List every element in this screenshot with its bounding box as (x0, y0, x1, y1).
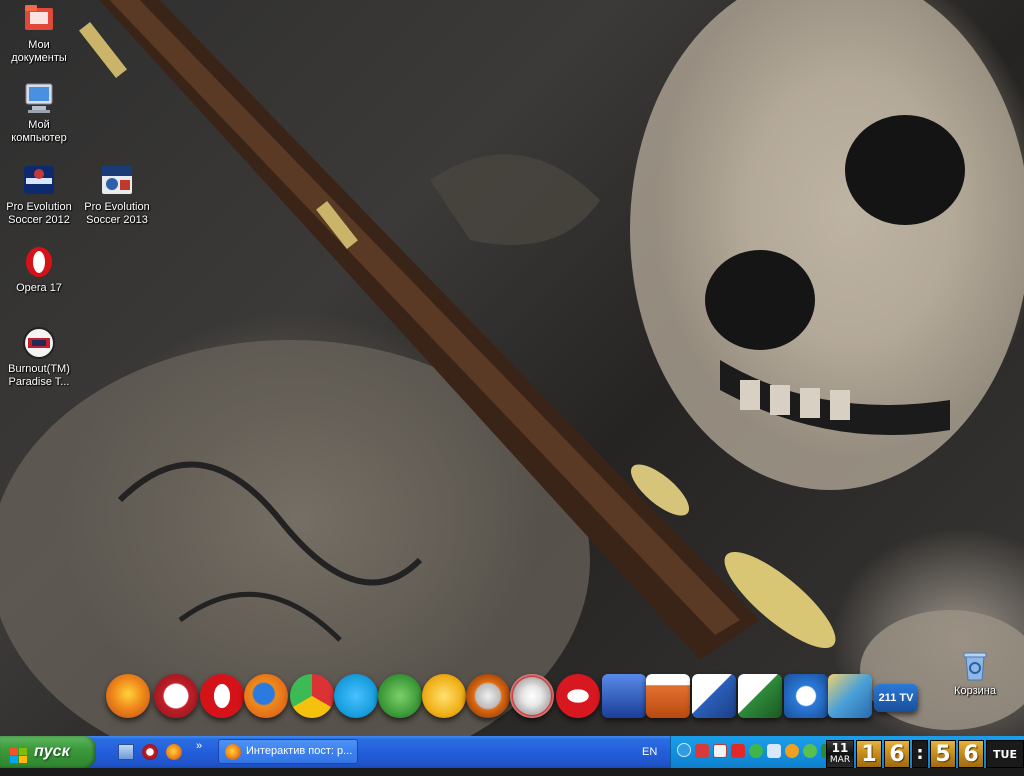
dock-word-icon[interactable] (692, 674, 736, 718)
start-label: пуск (34, 743, 70, 760)
dock-excel-icon[interactable] (738, 674, 782, 718)
desktop-icon-pes-2012[interactable]: Pro Evolution Soccer 2012 (0, 164, 78, 227)
burnout-paradise-icon (22, 326, 56, 360)
dock-opera-icon[interactable] (200, 674, 244, 718)
dock-media-player-icon[interactable] (154, 674, 198, 718)
start-button[interactable]: пуск (0, 736, 96, 768)
clock-month: MAR (829, 755, 851, 765)
dock-hp-icon[interactable] (784, 674, 828, 718)
dock-cd-burner-icon[interactable] (510, 674, 554, 718)
dock-photo-app-icon[interactable] (828, 674, 872, 718)
clock-weekday: TUE (986, 740, 1024, 768)
dock-nine-app-icon[interactable] (466, 674, 510, 718)
clock-minute-tens: 5 (930, 740, 956, 768)
pes-2012-icon (22, 164, 56, 198)
my-computer-icon (22, 82, 56, 116)
show-desktop-icon[interactable] (118, 744, 134, 760)
language-indicator[interactable]: EN (642, 736, 657, 768)
shield-icon[interactable] (731, 744, 745, 758)
desktop-wallpaper (0, 0, 1024, 736)
pes-2013-icon (100, 164, 134, 198)
dock-v-app-icon[interactable] (422, 674, 466, 718)
opera-icon (22, 245, 56, 279)
desktop-icon-label: Pro Evolution Soccer 2013 (84, 201, 150, 226)
desktop-icon-opera[interactable]: Opera 17 (0, 245, 78, 295)
dock-211tv-icon[interactable]: 211 TV (874, 684, 918, 712)
my-documents-folder-icon (22, 2, 56, 36)
network-icon[interactable] (695, 744, 709, 758)
desktop-icon-label: Pro Evolution Soccer 2012 (6, 201, 72, 226)
desktop-icon-recycle-bin[interactable]: Корзина (936, 648, 1014, 698)
dock-firefox-icon[interactable] (106, 674, 150, 718)
desktop-icon-my-documents[interactable]: Мои документы (0, 2, 78, 65)
desktop-icon-label: Корзина (954, 685, 996, 697)
dock-skype-icon[interactable] (334, 674, 378, 718)
clock-widget[interactable]: 11 MAR 1 6 : 5 6 TUE (826, 740, 1024, 768)
dock-chart-app-icon[interactable] (602, 674, 646, 718)
clock-day-number: 11 (831, 741, 849, 755)
antivirus-icon[interactable] (713, 744, 727, 758)
clock-colon: : (912, 740, 928, 768)
desktop-icon-label: Burnout(TM) Paradise T... (8, 363, 70, 388)
desktop-icon-label: Opera 17 (16, 282, 62, 294)
update-icon[interactable] (785, 744, 799, 758)
clock-date: 11 MAR (826, 740, 854, 768)
connection-icon[interactable] (749, 744, 763, 758)
dock-eye-app-icon[interactable] (556, 674, 600, 718)
chat-icon[interactable] (803, 744, 817, 758)
recycle-bin-icon (958, 648, 992, 682)
desktop-icon-burnout[interactable]: Burnout(TM) Paradise T... (0, 326, 78, 389)
clock-hour-ones: 6 (884, 740, 910, 768)
desktop-icon-my-computer[interactable]: Мой компьютер (0, 82, 78, 145)
media-player-icon[interactable] (142, 744, 158, 760)
dock-firefox-alt-icon[interactable] (244, 674, 288, 718)
clock-hour-tens: 1 (856, 740, 882, 768)
taskbar-window-title: Интерактив пост: р... (246, 745, 353, 757)
wallpaper-artwork (0, 0, 1024, 736)
quick-launch-more-button[interactable]: » (196, 740, 202, 752)
taskbar-window-button[interactable]: Интерактив пост: р... (218, 739, 358, 764)
firefox-icon (225, 744, 241, 760)
dock-utorrent-icon[interactable] (378, 674, 422, 718)
volume-icon[interactable] (767, 744, 781, 758)
dock-powerpoint-icon[interactable] (646, 674, 690, 718)
windows-flag-icon (10, 744, 28, 763)
application-dock: 211 TV (106, 674, 926, 722)
tray-expand-icon[interactable] (677, 743, 691, 757)
desktop-icon-label: Мои документы (11, 39, 67, 64)
desktop-icon-pes-2013[interactable]: Pro Evolution Soccer 2013 (78, 164, 156, 227)
desktop-icon-label: Мой компьютер (11, 119, 67, 144)
dock-chrome-icon[interactable] (290, 674, 334, 718)
firefox-icon[interactable] (166, 744, 182, 760)
clock-minute-ones: 6 (958, 740, 984, 768)
